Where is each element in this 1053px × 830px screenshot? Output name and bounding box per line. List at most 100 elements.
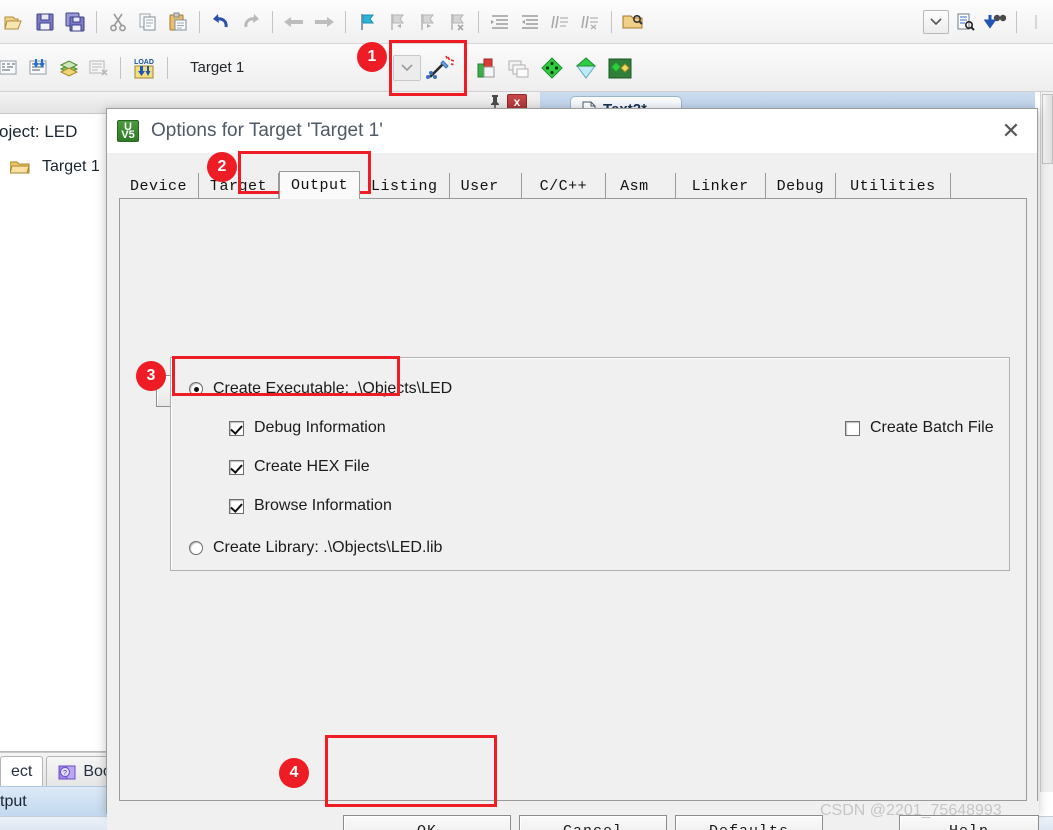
tab-cpp[interactable]: C/C++ — [521, 173, 607, 199]
toolbar-primary-group — [0, 0, 648, 43]
redo-icon[interactable] — [237, 7, 265, 37]
tab-user[interactable]: User — [449, 173, 522, 199]
cut-icon[interactable] — [104, 7, 132, 37]
project-tree-title: Project: LED — [0, 122, 78, 141]
tab-debug-label: Debug — [776, 177, 825, 195]
tab-asm[interactable]: Asm — [606, 173, 676, 199]
create-executable-radio[interactable] — [189, 382, 203, 396]
browse-information-row[interactable]: Browse Information — [229, 497, 392, 515]
create-hex-file-label: Create HEX File — [254, 458, 370, 475]
debug-information-checkbox[interactable] — [229, 420, 244, 436]
dialog-tabstrip: Device Target Output Listing User C/C++ … — [119, 171, 1027, 199]
options-for-target-dialog: U V5 Options for Target 'Target 1' ✕ Dev… — [106, 108, 1039, 830]
output-options-group: Create Executable: .\Objects\LED Debug I… — [170, 357, 1010, 571]
navigate-back-icon[interactable] — [280, 7, 308, 37]
output-pane-label: tput — [0, 792, 27, 810]
download-icon[interactable]: LOAD — [128, 53, 160, 83]
tab-project-label: ect — [11, 762, 33, 780]
project-tree-node-target[interactable]: Target 1 — [9, 158, 100, 176]
rebuild-icon[interactable] — [55, 53, 83, 83]
create-batch-file-checkbox[interactable] — [845, 420, 860, 436]
target-dropdown-icon[interactable] — [393, 54, 421, 81]
toolbar-separator — [464, 56, 465, 79]
dialog-titlebar: U V5 Options for Target 'Target 1' ✕ — [107, 109, 1037, 153]
manage-run-env-icon[interactable] — [604, 53, 636, 83]
tab-asm-label: Asm — [620, 177, 649, 195]
chevron-down-icon[interactable] — [923, 9, 949, 34]
debug-information-row[interactable]: Debug Information — [229, 419, 386, 437]
browse-information-checkbox[interactable] — [229, 498, 244, 514]
manage-multi-icon[interactable] — [504, 53, 534, 83]
main-toolbar — [0, 0, 1053, 44]
debug-information-label: Debug Information — [254, 419, 386, 436]
cancel-button[interactable]: Cancel — [519, 815, 667, 830]
defaults-button[interactable]: Defaults — [675, 815, 823, 830]
toolbar-separator — [611, 10, 612, 33]
paste-icon[interactable] — [164, 7, 192, 37]
indent-right-icon[interactable] — [486, 7, 514, 37]
undo-icon[interactable] — [207, 7, 235, 37]
build-icon[interactable] — [25, 53, 53, 83]
save-icon[interactable] — [31, 7, 59, 37]
run-config-icon[interactable] — [570, 53, 602, 83]
toolbar-overflow-icon[interactable] — [1024, 7, 1052, 37]
ok-label: OK — [417, 823, 437, 830]
create-library-radio-row[interactable]: Create Library: .\Objects\LED.lib — [189, 539, 442, 557]
create-hex-file-row[interactable]: Create HEX File — [229, 458, 370, 476]
bookmark-clear-icon[interactable] — [443, 7, 471, 37]
build-toolbar-group: LOAD Target 1 — [0, 44, 334, 91]
keil-app-icon: U V5 — [117, 120, 139, 142]
svg-text:LOAD: LOAD — [134, 59, 154, 66]
uncomment-icon[interactable] — [576, 7, 604, 37]
build-toolbar: LOAD Target 1 — [0, 44, 1053, 92]
help-label: Help — [949, 823, 989, 830]
target-selector-combo[interactable]: Target 1 — [184, 56, 334, 80]
tab-utilities[interactable]: Utilities — [836, 173, 951, 199]
bookmark-next-icon[interactable] — [413, 7, 441, 37]
comment-icon[interactable] — [546, 7, 574, 37]
open-file-icon[interactable] — [1, 7, 29, 37]
tab-listing-label: Listing — [371, 177, 438, 195]
bookmark-toggle-icon[interactable] — [353, 7, 381, 37]
tab-device[interactable]: Device — [119, 173, 200, 199]
manage-components-icon[interactable] — [472, 53, 502, 83]
create-executable-radio-row[interactable]: Create Executable: .\Objects\LED — [189, 380, 452, 398]
browse-information-label: Browse Information — [254, 497, 392, 514]
editor-scrollbar[interactable] — [1040, 92, 1053, 792]
annotation-badge-4: 4 — [279, 758, 309, 788]
navigate-forward-icon[interactable] — [310, 7, 338, 37]
find-next-icon[interactable] — [981, 7, 1009, 37]
find-in-files-icon[interactable] — [619, 7, 647, 37]
create-library-radio[interactable] — [189, 541, 203, 555]
pack-installer-icon[interactable] — [536, 53, 568, 83]
toolbar-separator — [345, 10, 346, 33]
screen-root: LOAD Target 1 x oject: LED Target 1 ect … — [0, 0, 1053, 830]
toolbar-separator — [478, 10, 479, 33]
target-options-icon[interactable] — [423, 53, 457, 83]
batch-build-icon[interactable] — [85, 53, 113, 83]
tab-listing[interactable]: Listing — [360, 173, 450, 199]
create-batch-file-row[interactable]: Create Batch File — [845, 419, 994, 437]
create-hex-file-checkbox[interactable] — [229, 459, 244, 475]
bookmark-prev-icon[interactable] — [383, 7, 411, 37]
copy-icon[interactable] — [134, 7, 162, 37]
save-all-icon[interactable] — [61, 7, 89, 37]
target-selector-value: Target 1 — [190, 59, 245, 76]
scrollbar-thumb[interactable] — [1042, 94, 1053, 164]
tab-output-label: Output — [291, 177, 349, 194]
translate-icon[interactable] — [0, 53, 23, 83]
create-batch-file-label: Create Batch File — [870, 419, 994, 436]
dialog-body: Device Target Output Listing User C/C++ … — [107, 153, 1039, 830]
tab-debug[interactable]: Debug — [765, 173, 837, 199]
find-document-icon[interactable] — [951, 7, 979, 37]
indent-left-icon[interactable] — [516, 7, 544, 37]
create-executable-label: Create Executable: .\Objects\LED — [213, 380, 453, 397]
tab-output[interactable]: Output — [279, 171, 361, 199]
ok-button[interactable]: OK — [343, 815, 511, 830]
folder-icon — [9, 159, 30, 175]
tab-linker[interactable]: Linker — [675, 173, 766, 199]
toolbar-separator — [1016, 10, 1017, 33]
tab-project[interactable]: ect — [0, 756, 44, 786]
tab-user-label: User — [460, 177, 499, 195]
close-icon[interactable]: ✕ — [985, 109, 1037, 153]
